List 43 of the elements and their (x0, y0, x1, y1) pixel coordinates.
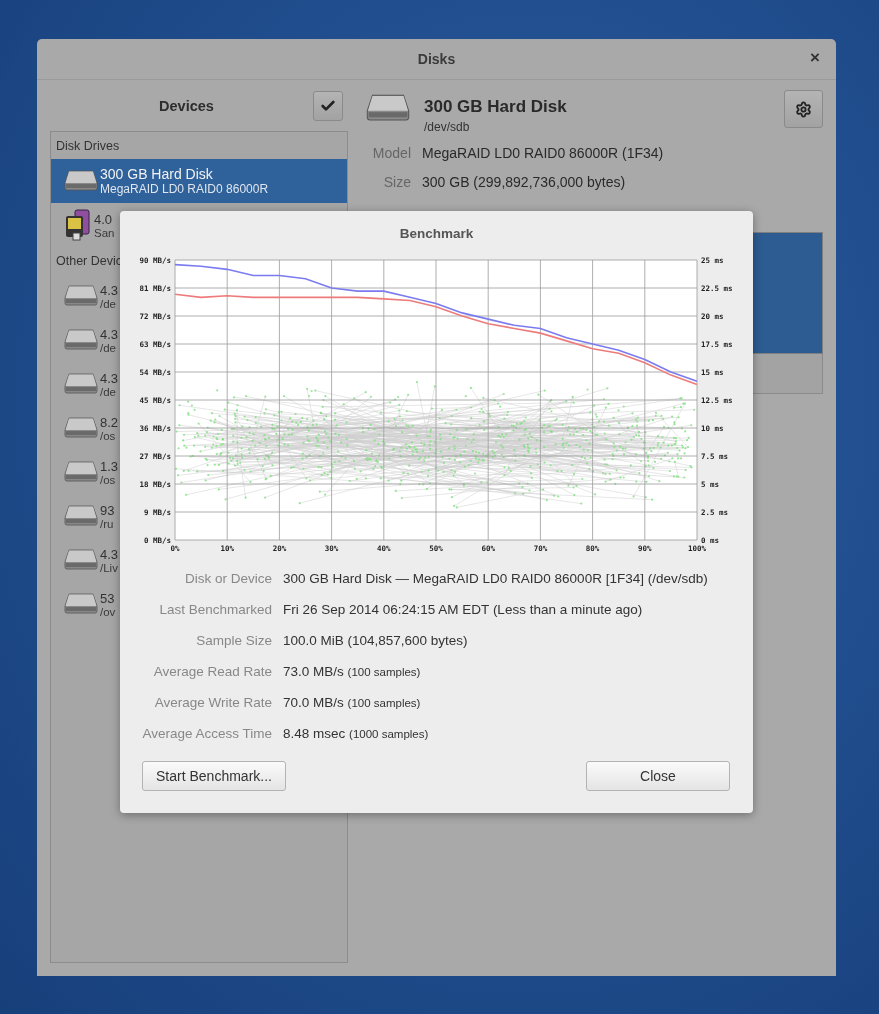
window-title: Disks (417, 51, 456, 67)
detail-label: Last Benchmarked (158, 602, 272, 617)
device-name: 4.3 (100, 370, 119, 386)
device-detail: /os (100, 429, 117, 442)
device-name: 4.0 (94, 211, 114, 227)
device-detail: /os (100, 473, 117, 486)
property-label: Size (382, 173, 411, 192)
device-detail: /de (100, 341, 117, 354)
device-name: 93 (100, 502, 115, 518)
device-name: 1.3 (100, 458, 119, 474)
property-value: 300 GB (299,892,736,000 bytes) (422, 173, 627, 192)
device-name: 8.2 (100, 414, 119, 430)
detail-label: Average Read Rate (152, 664, 272, 679)
device-detail: MegaRAID LD0 RAID0 86000R (100, 182, 269, 196)
property-label: Model (371, 144, 411, 163)
dialog-title: Benchmark (399, 226, 474, 241)
drive-title: 300 GB Hard Disk (424, 97, 568, 117)
device-detail: /ru (100, 517, 115, 530)
detail-value: 100.0 MiB (104,857,600 bytes) (283, 633, 469, 648)
detail-label: Sample Size (195, 633, 272, 648)
detail-value: 8.48 msec (1000 samples) (283, 726, 430, 741)
device-name: 53 (100, 590, 116, 606)
property-value: MegaRAID LD0 RAID0 86000R (1F34) (422, 144, 665, 163)
device-detail: /Liv (100, 561, 119, 574)
device-detail: /de (100, 297, 117, 310)
detail-value: 73.0 MB/s (100 samples) (283, 664, 422, 679)
detail-label: Disk or Device (183, 571, 272, 586)
detail-label: Average Write Rate (153, 695, 272, 710)
detail-label: Average Access Time (141, 726, 272, 741)
device-name: 300 GB Hard Disk (100, 166, 214, 182)
detail-value: 300 GB Hard Disk — MegaRAID LD0 RAID0 86000R [1F34] (/dev/sdb) (283, 571, 709, 586)
device-detail: /ov (100, 605, 116, 618)
section-header: Other Devic (56, 253, 122, 268)
device-detail: San (94, 226, 115, 239)
detail-value: 70.0 MB/s (100 samples) (283, 695, 422, 710)
device-name: 4.3 (100, 282, 119, 298)
section-header: Disk Drives (56, 138, 120, 153)
device-name: 4.3 (100, 326, 119, 342)
device-name: 4.3 (100, 546, 119, 562)
sidebar-title: Devices (158, 97, 215, 114)
drive-path: /dev/sdb (424, 120, 471, 134)
detail-value: Fri 26 Sep 2014 06:24:15 AM EDT (Less than a minute ago) (283, 602, 644, 617)
device-detail: /de (100, 385, 117, 398)
